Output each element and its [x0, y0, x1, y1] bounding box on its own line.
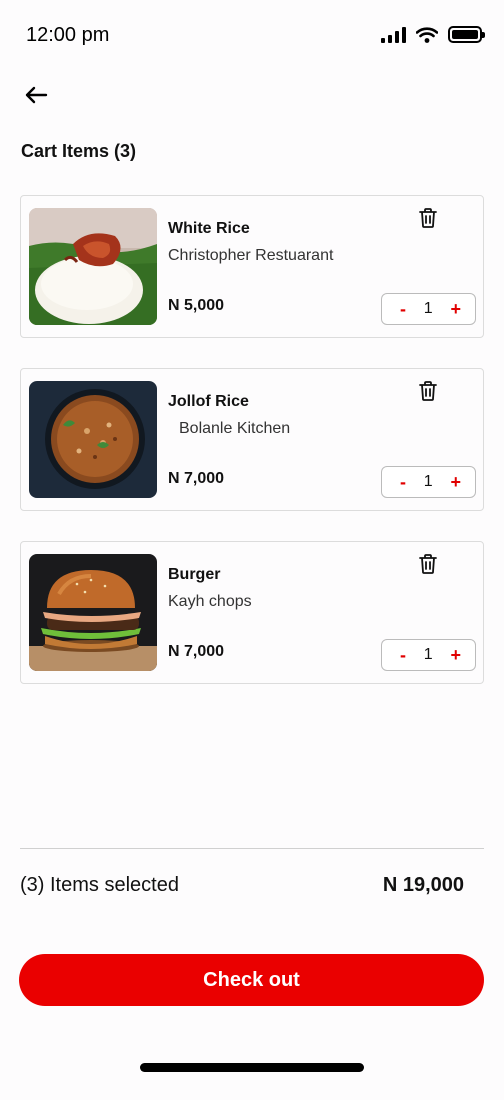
- delete-button[interactable]: [418, 207, 440, 231]
- item-restaurant: Christopher Restuarant: [168, 247, 334, 264]
- checkout-button[interactable]: Check out: [19, 954, 484, 1006]
- wifi-icon: [416, 26, 438, 43]
- quantity-value: 1: [423, 473, 433, 490]
- decrease-quantity-button[interactable]: -: [400, 473, 406, 491]
- divider: [20, 848, 484, 849]
- item-name: White Rice: [168, 220, 250, 237]
- quantity-value: 1: [423, 646, 433, 663]
- trash-icon: [419, 554, 437, 574]
- quantity-stepper: - 1 +: [381, 639, 476, 671]
- trash-icon: [419, 381, 437, 401]
- item-price: N 7,000: [168, 643, 225, 660]
- items-selected-label: (3) Items selected: [20, 874, 179, 896]
- delete-button[interactable]: [418, 553, 440, 577]
- page-title: Cart Items (3): [21, 141, 137, 161]
- status-icons: [381, 26, 485, 43]
- quantity-value: 1: [423, 300, 433, 317]
- decrease-quantity-button[interactable]: -: [400, 646, 406, 664]
- signal-icon: [381, 26, 406, 43]
- item-restaurant: Bolanle Kitchen: [179, 420, 291, 437]
- arrow-left-icon: [25, 86, 48, 104]
- battery-icon: [448, 26, 485, 43]
- delete-button[interactable]: [418, 380, 440, 404]
- increase-quantity-button[interactable]: +: [450, 646, 461, 664]
- decrease-quantity-button[interactable]: -: [400, 300, 406, 318]
- white-rice-image: [29, 208, 157, 325]
- item-name: Jollof Rice: [168, 393, 249, 410]
- increase-quantity-button[interactable]: +: [450, 473, 461, 491]
- item-price: N 7,000: [168, 470, 225, 487]
- item-restaurant: Kayh chops: [168, 593, 252, 610]
- status-time: 12:00 pm: [26, 24, 110, 46]
- cart-item-jollof-rice: Jollof Rice Bolanle Kitchen N 7,000 - 1 …: [20, 368, 484, 511]
- item-name: Burger: [168, 566, 221, 583]
- burger-image: [29, 554, 157, 671]
- increase-quantity-button[interactable]: +: [450, 300, 461, 318]
- status-bar: 12:00 pm: [0, 0, 504, 70]
- trash-icon: [419, 208, 437, 228]
- item-price: N 5,000: [168, 297, 225, 314]
- back-button[interactable]: [22, 82, 52, 110]
- cart-item-burger: Burger Kayh chops N 7,000 - 1 +: [20, 541, 484, 684]
- home-indicator: [140, 1063, 364, 1072]
- quantity-stepper: - 1 +: [381, 293, 476, 325]
- cart-item-white-rice: White Rice Christopher Restuarant N 5,00…: [20, 195, 484, 338]
- quantity-stepper: - 1 +: [381, 466, 476, 498]
- total-price: N 19,000: [382, 874, 464, 896]
- jollof-rice-image: [29, 381, 157, 498]
